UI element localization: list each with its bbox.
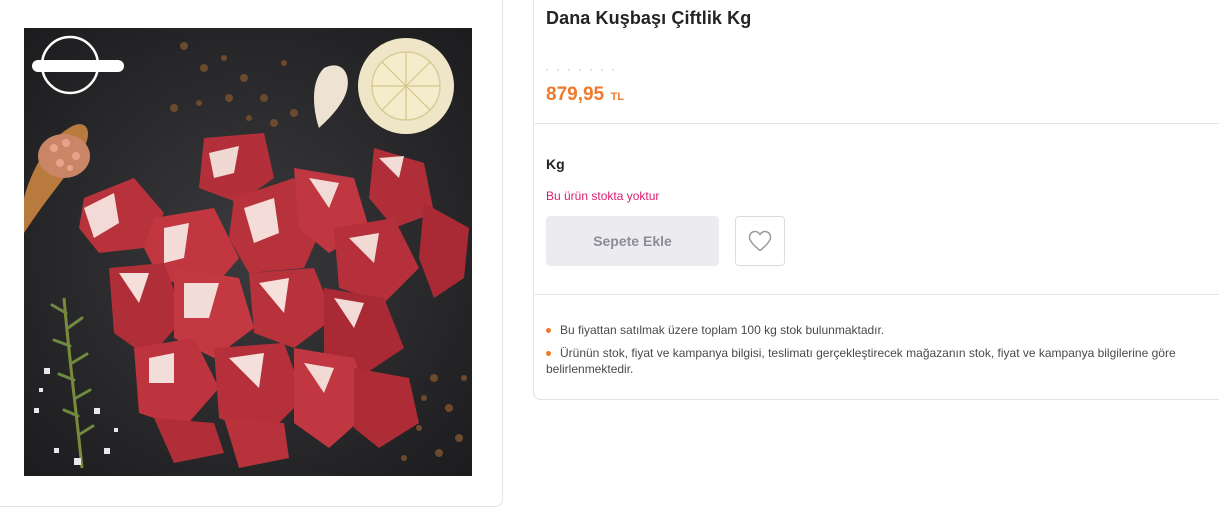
price-amount: 879,95 [546, 84, 605, 105]
rating-placeholder [546, 58, 626, 71]
product-title: Dana Kuşbaşı Çiftlik Kg [546, 8, 752, 28]
note-text: Bu fiyattan satılmak üzere toplam 100 kg… [560, 323, 885, 337]
note-item: Ürünün stok, fiyat ve kampanya bilgisi, … [546, 345, 1219, 377]
add-to-cart-button[interactable]: Sepete Ekle [546, 216, 719, 266]
add-to-favorites-button[interactable] [735, 216, 785, 266]
stock-status: Bu ürün stokta yoktur [546, 189, 660, 203]
product-price: 879,95 TL [546, 84, 624, 106]
divider [534, 294, 1219, 295]
heart-icon [748, 230, 772, 252]
divider [534, 123, 1219, 124]
price-currency: TL [610, 91, 625, 103]
bullet-icon [546, 328, 551, 333]
bullet-icon [546, 351, 551, 356]
note-item: Bu fiyattan satılmak üzere toplam 100 kg… [546, 322, 1219, 338]
product-notes: Bu fiyattan satılmak üzere toplam 100 kg… [546, 322, 1219, 384]
unit-label: Kg [546, 156, 565, 172]
note-text: Ürünün stok, fiyat ve kampanya bilgisi, … [546, 346, 1176, 376]
product-image[interactable] [24, 28, 472, 476]
